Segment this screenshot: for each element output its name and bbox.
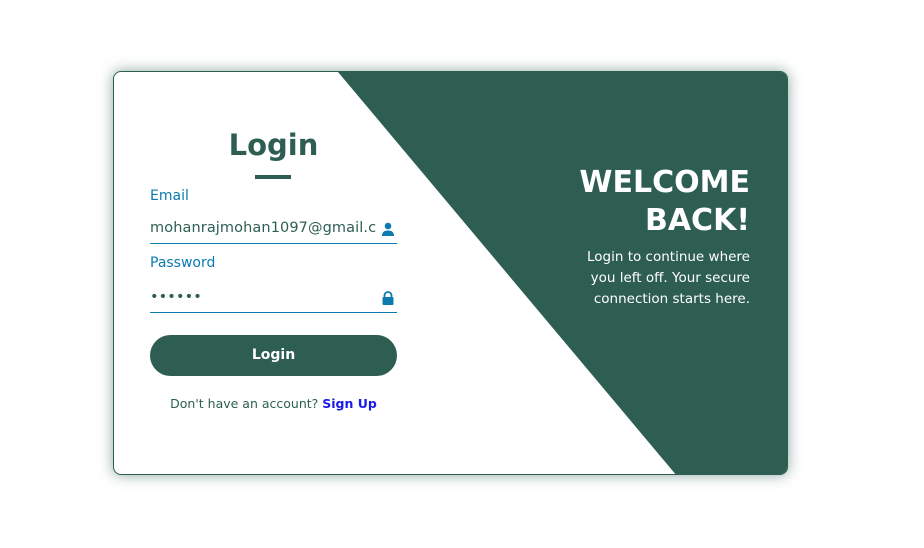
welcome-line-2: BACK! <box>644 203 750 238</box>
email-label: Email <box>150 188 189 204</box>
welcome-heading: WELCOME BACK! <box>579 164 750 240</box>
login-button[interactable]: Login <box>150 335 397 376</box>
password-label: Password <box>150 255 216 271</box>
password-field[interactable]: •••••• <box>150 281 397 313</box>
welcome-subtitle: Login to continue where you left off. Yo… <box>586 249 750 307</box>
login-card: Login Email mohanrajmohan1097@gmail.c Pa… <box>113 71 788 475</box>
title-underline <box>255 175 291 179</box>
email-field[interactable]: mohanrajmohan1097@gmail.c <box>150 212 397 244</box>
welcome-line-1: WELCOME <box>579 165 750 200</box>
signup-link[interactable]: Sign Up <box>322 396 377 411</box>
password-value[interactable]: •••••• <box>150 289 376 305</box>
user-icon <box>382 222 394 236</box>
email-value[interactable]: mohanrajmohan1097@gmail.c <box>150 220 376 236</box>
page-title: Login <box>228 128 319 162</box>
lock-icon <box>382 291 394 305</box>
signup-prompt: Don't have an account? Sign Up <box>150 396 397 411</box>
no-account-text: Don't have an account? <box>170 396 319 411</box>
